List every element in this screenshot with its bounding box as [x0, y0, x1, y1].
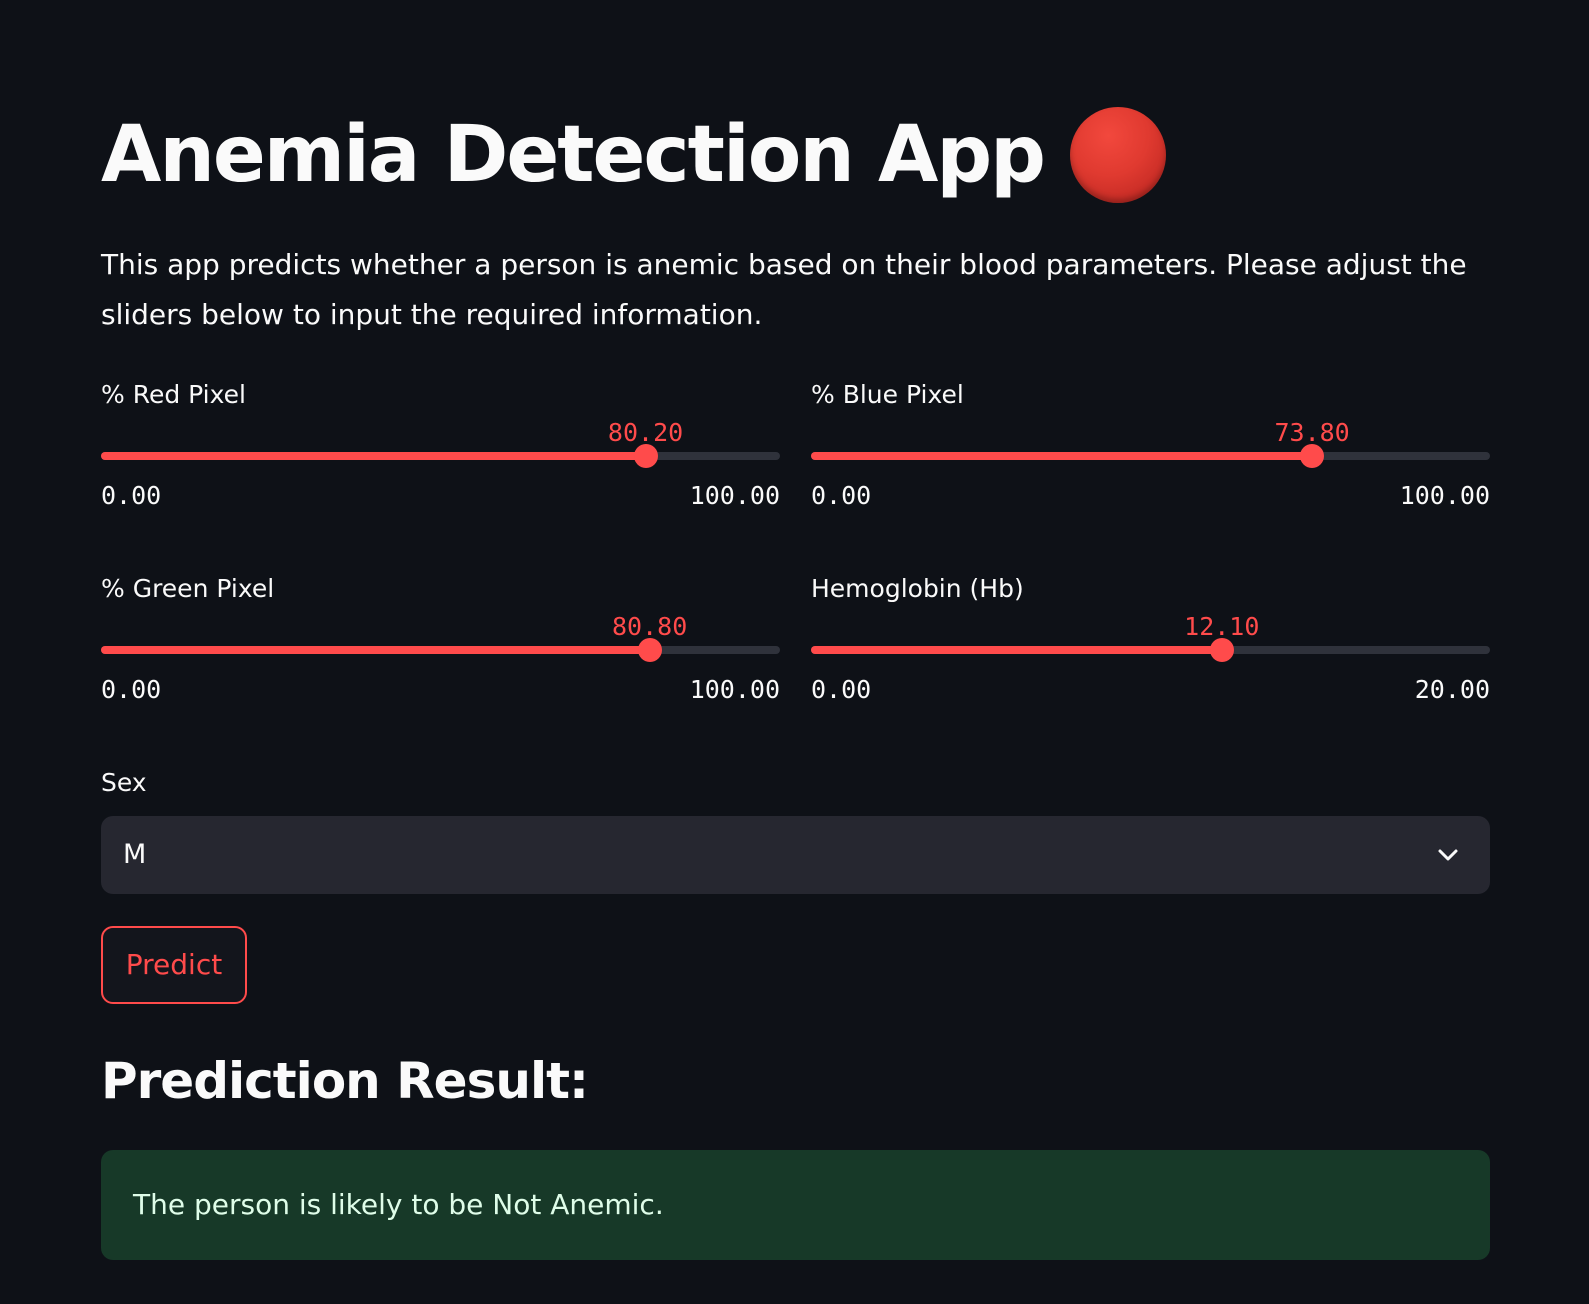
- slider-thumb[interactable]: [1209, 638, 1234, 662]
- slider-fill: [811, 452, 1313, 460]
- slider-value: 80.80: [611, 612, 688, 641]
- intro-text: This app predicts whether a person is an…: [101, 248, 1467, 331]
- slider-value: 73.80: [1274, 418, 1350, 447]
- slider-fill: [101, 646, 650, 654]
- slider-value: 12.10: [1184, 612, 1260, 641]
- slider-max: 100.00: [689, 675, 780, 704]
- slider-track[interactable]: [811, 638, 1490, 662]
- slider-fill: [101, 452, 646, 460]
- slider-green-pixel: % Green Pixel 80.80 0.00 100.00: [101, 574, 780, 724]
- slider-label: % Red Pixel: [101, 380, 246, 409]
- slider-label: % Green Pixel: [101, 574, 275, 603]
- sex-label: Sex: [101, 768, 147, 797]
- slider-max: 100.00: [689, 481, 780, 510]
- slider-track[interactable]: [811, 444, 1490, 468]
- slider-thumb[interactable]: [637, 638, 662, 662]
- slider-label: Hemoglobin (Hb): [811, 574, 1024, 603]
- sex-select-value: M: [123, 839, 147, 870]
- page-title: Anemia Detection App: [101, 110, 1046, 200]
- slider-min: 0.00: [101, 675, 162, 704]
- title-row: Anemia Detection App: [101, 100, 1166, 210]
- predict-button[interactable]: Predict: [101, 926, 247, 1004]
- result-alert: The person is likely to be Not Anemic.: [101, 1150, 1490, 1260]
- slider-label: % Blue Pixel: [811, 380, 964, 409]
- chevron-down-icon[interactable]: [1436, 843, 1460, 867]
- slider-value: 80.20: [607, 418, 684, 447]
- result-heading: Prediction Result:: [101, 1052, 589, 1110]
- slider-min: 0.00: [811, 481, 872, 510]
- slider-track[interactable]: [101, 638, 780, 662]
- app-page: Anemia Detection App This app predicts w…: [0, 0, 1589, 1304]
- slider-red-pixel: % Red Pixel 80.20 0.00 100.00: [101, 380, 780, 530]
- slider-fill: [811, 646, 1222, 654]
- slider-max: 100.00: [1399, 481, 1490, 510]
- slider-thumb[interactable]: [1300, 444, 1325, 468]
- slider-max: 20.00: [1414, 675, 1490, 704]
- slider-thumb[interactable]: [633, 444, 658, 468]
- slider-hemoglobin: Hemoglobin (Hb) 12.10 0.00 20.00: [811, 574, 1490, 724]
- slider-min: 0.00: [101, 481, 162, 510]
- slider-min: 0.00: [811, 675, 872, 704]
- red-circle-icon: [1070, 107, 1166, 203]
- sex-select[interactable]: M: [101, 816, 1490, 894]
- slider-track[interactable]: [101, 444, 780, 468]
- result-message: The person is likely to be Not Anemic.: [133, 1188, 664, 1221]
- slider-blue-pixel: % Blue Pixel 73.80 0.00 100.00: [811, 380, 1490, 530]
